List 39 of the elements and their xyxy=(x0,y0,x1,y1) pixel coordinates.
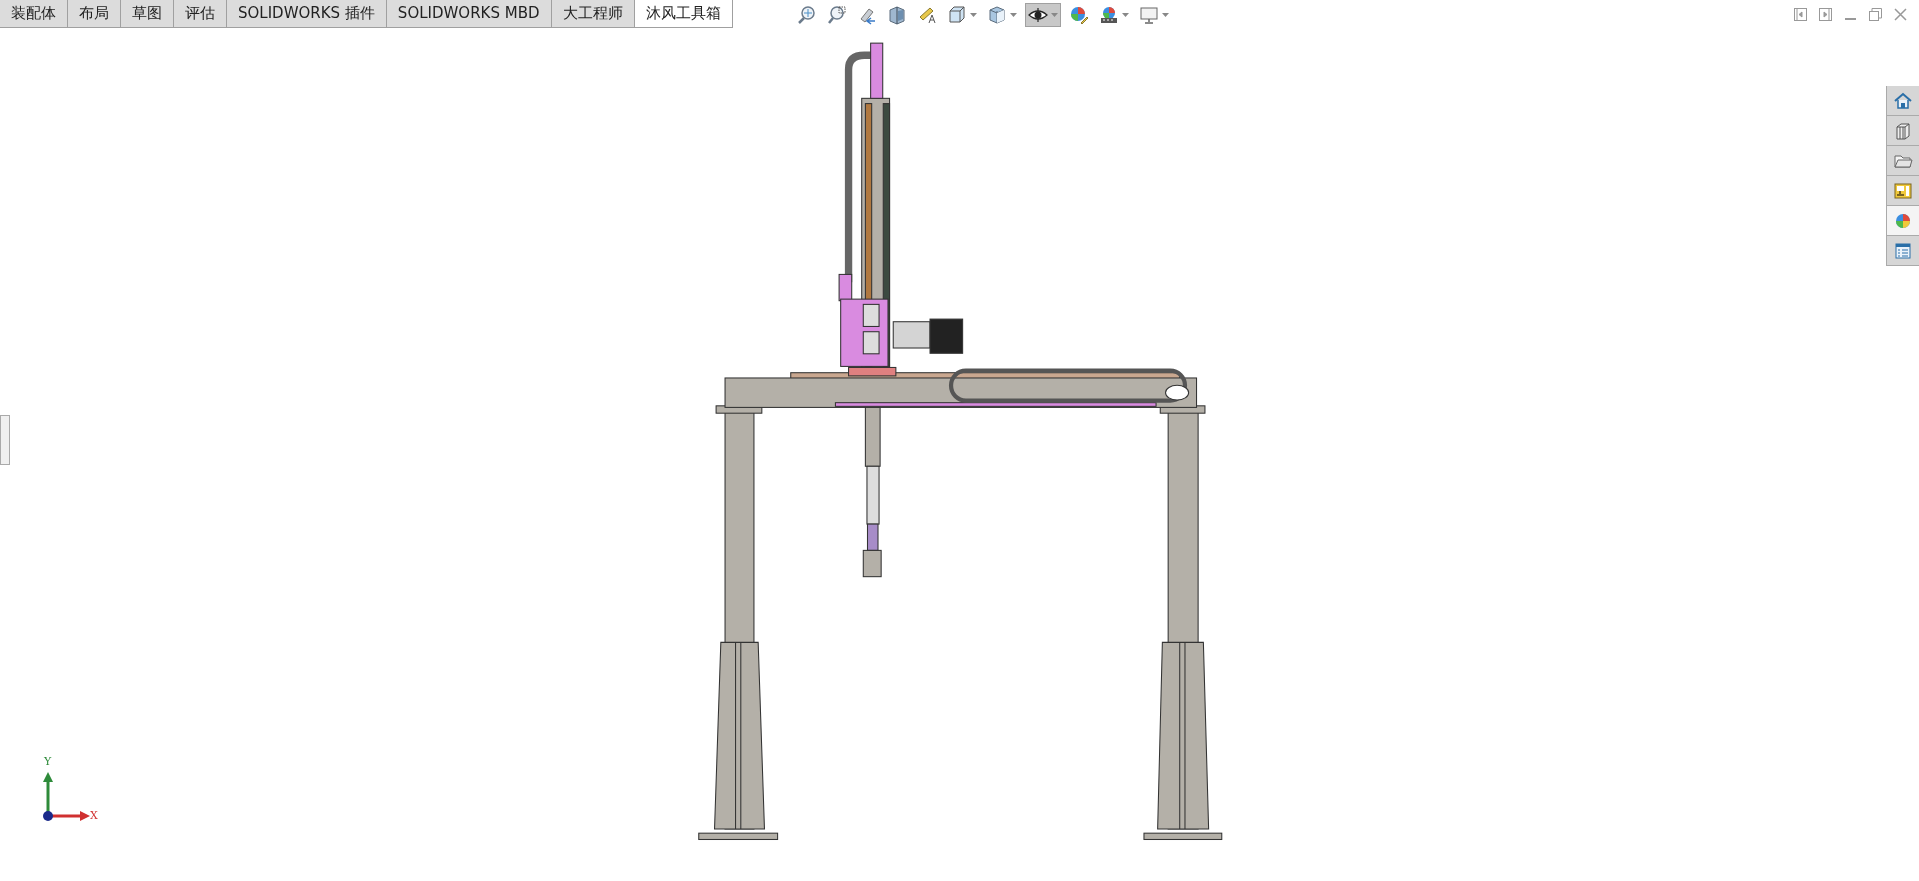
eye-icon xyxy=(1027,5,1048,25)
task-pane-tab[interactable] xyxy=(1887,86,1919,116)
task-pane-tab[interactable] xyxy=(1887,206,1919,236)
ribbon-tab[interactable]: 大工程师 xyxy=(551,0,635,27)
ribbon-tab[interactable]: 评估 xyxy=(174,0,227,27)
list-window-icon xyxy=(1893,240,1913,261)
task-pane-tab[interactable] xyxy=(1887,236,1919,266)
ribbon-tab[interactable]: 装配体 xyxy=(0,0,68,27)
side-panel-handle[interactable] xyxy=(0,415,10,465)
caret-icon xyxy=(1009,12,1017,18)
close-icon[interactable] xyxy=(1894,8,1907,21)
color-ball-pencil-icon xyxy=(1068,5,1089,25)
section-view-icon xyxy=(886,5,907,25)
x-axis-label: X xyxy=(90,808,98,824)
cube-view-icon xyxy=(946,5,967,25)
y-axis-label: Y xyxy=(44,754,52,770)
caret-icon xyxy=(1121,12,1129,18)
ribbon-tab[interactable]: SOLIDWORKS MBD xyxy=(386,0,552,27)
books-icon xyxy=(1893,120,1913,141)
monitor-icon xyxy=(1138,5,1159,25)
task-pane-tab[interactable] xyxy=(1887,116,1919,146)
caret-icon xyxy=(1161,12,1169,18)
home-icon xyxy=(1893,90,1913,111)
shaded-cube-icon xyxy=(986,5,1007,25)
zoom-area-icon xyxy=(826,5,847,25)
ribbon-tab[interactable]: 布局 xyxy=(68,0,121,27)
task-pane-tab[interactable] xyxy=(1887,176,1919,206)
caret-icon xyxy=(1050,12,1058,18)
palette-window-icon xyxy=(1893,180,1913,201)
zoom-fit-icon xyxy=(796,5,817,25)
ribbon-tab[interactable]: 草图 xyxy=(121,0,174,27)
ribbon-tab[interactable]: SOLIDWORKS 插件 xyxy=(227,0,387,27)
restore-icon[interactable] xyxy=(1869,8,1882,21)
view-toolbar-button[interactable] xyxy=(1024,3,1061,27)
task-pane-tab[interactable] xyxy=(1887,146,1919,176)
caret-icon xyxy=(969,12,977,18)
scene-icon xyxy=(1098,5,1119,25)
dock-left-icon[interactable] xyxy=(1794,8,1807,21)
dock-right-icon[interactable] xyxy=(1819,8,1832,21)
